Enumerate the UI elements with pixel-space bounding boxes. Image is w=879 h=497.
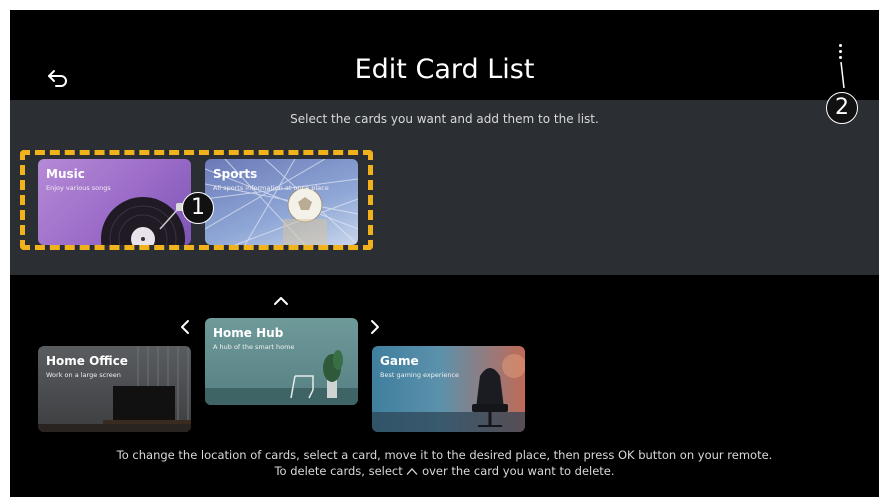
card-description: A hub of the smart home bbox=[213, 343, 295, 351]
instruction-line-2-end: over the card you want to delete. bbox=[422, 464, 615, 478]
card-title: Home Office bbox=[46, 354, 128, 368]
card-title: Home Hub bbox=[213, 326, 284, 340]
callout-1: 1 bbox=[182, 192, 214, 224]
home-office-card[interactable]: Home Office Work on a large screen bbox=[38, 346, 191, 432]
tv-screen: Edit Card List 2 Select the cards you wa… bbox=[10, 10, 879, 497]
sports-card[interactable]: Sports All sports information at once pl… bbox=[205, 159, 358, 245]
card-description: Enjoy various songs bbox=[46, 184, 111, 192]
caret-up-icon bbox=[406, 468, 418, 475]
card-list-area: Home Office Work on a large screen Home … bbox=[10, 275, 879, 497]
game-card[interactable]: Game Best gaming experience bbox=[372, 346, 525, 432]
callout-2: 2 bbox=[826, 92, 858, 124]
page-title: Edit Card List bbox=[354, 54, 535, 85]
selection-instruction: Select the cards you want and add them t… bbox=[290, 112, 599, 126]
instruction-line-2: To delete cards, select over the card yo… bbox=[10, 463, 879, 479]
chevron-left-icon[interactable] bbox=[177, 319, 193, 335]
header: Edit Card List 2 bbox=[10, 10, 879, 124]
card-title: Sports bbox=[213, 167, 258, 181]
chevron-right-icon[interactable] bbox=[367, 319, 383, 335]
card-selection-panel: Select the cards you want and add them t… bbox=[10, 100, 879, 275]
instruction-line-2-start: To delete cards, select bbox=[274, 464, 403, 478]
home-hub-card[interactable]: Home Hub A hub of the smart home bbox=[205, 318, 358, 405]
music-card[interactable]: Music Enjoy various songs bbox=[38, 159, 191, 245]
card-description: All sports information at once place bbox=[213, 184, 329, 192]
more-options-icon[interactable] bbox=[835, 42, 847, 62]
instruction-line-1: To change the location of cards, select … bbox=[116, 448, 773, 462]
card-title: Music bbox=[46, 167, 85, 181]
chevron-up-icon[interactable] bbox=[273, 293, 289, 309]
card-description: Work on a large screen bbox=[46, 371, 121, 379]
callout-pointer-line bbox=[840, 62, 845, 88]
card-description: Best gaming experience bbox=[380, 371, 460, 379]
card-title: Game bbox=[380, 354, 419, 368]
edit-instructions: To change the location of cards, select … bbox=[10, 447, 879, 479]
